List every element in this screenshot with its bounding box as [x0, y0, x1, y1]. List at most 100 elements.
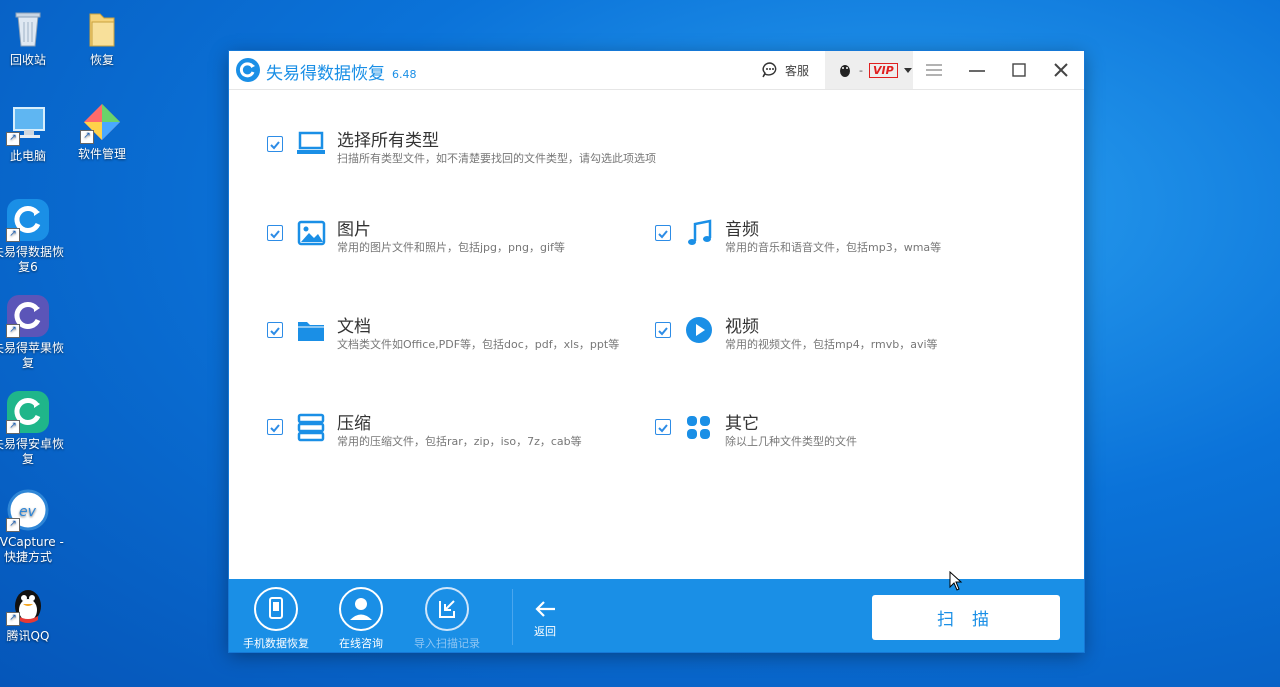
- option-description: 常用的音乐和语音文件，包括mp3，wma等: [725, 241, 942, 254]
- android-recovery-app-icon: ↗: [6, 390, 50, 434]
- checkmark-icon: [658, 230, 668, 239]
- desktop-icon-label: 回收站: [9, 53, 46, 67]
- checkbox-images[interactable]: [267, 225, 283, 241]
- option-description: 除以上几种文件类型的文件: [725, 435, 857, 448]
- option-label: 视频: [725, 317, 759, 337]
- phone-recovery-button[interactable]: 手机数据恢复: [234, 587, 318, 651]
- online-consult-button[interactable]: 在线咨询: [319, 587, 403, 651]
- option-description: 常用的图片文件和照片，包括jpg，png，gif等: [337, 241, 565, 254]
- option-label: 选择所有类型: [337, 131, 439, 151]
- checkbox-all-types[interactable]: [267, 136, 283, 152]
- option-description: 常用的压缩文件，包括rar，zip，iso，7z，cab等: [337, 435, 582, 448]
- option-all-types[interactable]: 选择所有类型 扫描所有类型文件，如不清楚要找回的文件类型，请勾选此项选项: [267, 126, 727, 166]
- svg-text:ev: ev: [19, 504, 37, 520]
- qq-penguin-icon: ↗: [6, 582, 50, 626]
- option-description: 扫描所有类型文件，如不清楚要找回的文件类型，请勾选此项选项: [337, 152, 656, 165]
- desktop-icon-software-manager[interactable]: ↗ 软件管理: [64, 100, 140, 162]
- desktop-icon-label: 软件管理: [77, 147, 126, 161]
- minimize-button[interactable]: [967, 60, 987, 80]
- recycle-bin-icon: [6, 6, 50, 50]
- music-note-icon: [683, 217, 715, 249]
- shortcut-arrow-icon: ↗: [80, 130, 94, 144]
- checkbox-documents[interactable]: [267, 322, 283, 338]
- back-label: 返回: [534, 625, 556, 638]
- desktop-icon-label: EVCapture - 快捷方式: [0, 535, 64, 564]
- option-label: 图片: [337, 220, 371, 240]
- apple-recovery-app-icon: ↗: [6, 294, 50, 338]
- close-button[interactable]: [1051, 60, 1071, 80]
- shortcut-arrow-icon: ↗: [6, 518, 20, 532]
- title-bar[interactable]: 失易得数据恢复 6.48 客服 - VIP: [229, 51, 1084, 90]
- desktop-icon-label: 失易得安卓恢复: [0, 437, 64, 466]
- menu-button[interactable]: [924, 60, 944, 80]
- laptop-icon: [295, 128, 327, 160]
- chat-bubble-icon: [762, 62, 777, 78]
- option-archives[interactable]: 压缩 常用的压缩文件，包括rar，zip，iso，7z，cab等: [267, 409, 637, 449]
- import-scan-record-button[interactable]: 导入扫描记录: [405, 587, 489, 651]
- evcapture-app-icon: ev ↗: [6, 488, 50, 532]
- option-label: 文档: [337, 317, 371, 337]
- checkbox-other[interactable]: [655, 419, 671, 435]
- desktop-icon-label: 失易得数据恢复6: [0, 245, 64, 274]
- desktop-icon-qq[interactable]: ↗ 腾讯QQ: [0, 582, 66, 644]
- online-consult-label: 在线咨询: [339, 637, 383, 650]
- option-video[interactable]: 视频 常用的视频文件，包括mp4，rmvb，avi等: [655, 312, 1015, 352]
- back-arrow-icon: [535, 601, 555, 617]
- option-description: 常用的视频文件，包括mp4，rmvb，avi等: [725, 338, 938, 351]
- option-audio[interactable]: 音频 常用的音乐和语音文件，包括mp3，wma等: [655, 215, 1015, 255]
- maximize-icon: [1012, 63, 1026, 77]
- mouse-cursor-icon: [949, 571, 963, 591]
- shortcut-arrow-icon: ↗: [6, 132, 20, 146]
- close-icon: [1054, 63, 1068, 77]
- user-name-placeholder: -: [859, 63, 863, 77]
- data-recovery-app-icon: ↗: [6, 198, 50, 242]
- shortcut-arrow-icon: ↗: [6, 228, 20, 242]
- desktop-icon-data-recovery[interactable]: ↗ 失易得数据恢复6: [0, 198, 66, 275]
- shortcut-arrow-icon: ↗: [6, 612, 20, 626]
- checkbox-video[interactable]: [655, 322, 671, 338]
- checkbox-audio[interactable]: [655, 225, 671, 241]
- vip-badge[interactable]: VIP: [868, 62, 898, 78]
- phone-recovery-label: 手机数据恢复: [243, 637, 309, 650]
- desktop-icon-restore-folder[interactable]: 恢复: [64, 6, 140, 68]
- checkbox-archives[interactable]: [267, 419, 283, 435]
- option-other[interactable]: 其它 除以上几种文件类型的文件: [655, 409, 1015, 449]
- option-images[interactable]: 图片 常用的图片文件和照片，包括jpg，png，gif等: [267, 215, 627, 255]
- desktop-icon-evcapture[interactable]: ev ↗ EVCapture - 快捷方式: [0, 488, 66, 565]
- archive-stack-icon: [295, 411, 327, 443]
- user-icon: [339, 587, 383, 631]
- desktop-icon-label: 腾讯QQ: [6, 629, 50, 643]
- computer-icon: ↗: [6, 102, 50, 146]
- checkmark-icon: [658, 327, 668, 336]
- shortcut-arrow-icon: ↗: [6, 324, 20, 338]
- customer-service-button[interactable]: 客服: [761, 61, 809, 79]
- account-vip-area[interactable]: - VIP: [825, 51, 913, 89]
- desktop-icon-label: 恢复: [89, 53, 114, 67]
- checkmark-icon: [270, 327, 280, 336]
- app-title: 失易得数据恢复: [266, 64, 385, 84]
- checkmark-icon: [270, 230, 280, 239]
- scan-button[interactable]: 扫描: [872, 595, 1060, 640]
- desktop-icon-recycle-bin[interactable]: 回收站: [0, 6, 66, 68]
- option-documents[interactable]: 文档 文档类文件如Office,PDF等，包括doc，pdf，xls，ppt等: [267, 312, 657, 352]
- hamburger-menu-icon: [926, 64, 942, 76]
- desktop-icon-android-recovery[interactable]: ↗ 失易得安卓恢复: [0, 390, 66, 467]
- desktop-icon-apple-recovery[interactable]: ↗ 失易得苹果恢复: [0, 294, 66, 371]
- desktop-icon-this-pc[interactable]: ↗ 此电脑: [0, 102, 66, 164]
- dropdown-arrow-icon[interactable]: [903, 66, 912, 74]
- phone-icon: [254, 587, 298, 631]
- option-label: 其它: [725, 414, 759, 434]
- service-label: 客服: [785, 63, 810, 78]
- image-icon: [295, 217, 327, 249]
- software-manager-icon: ↗: [80, 100, 124, 144]
- option-label: 压缩: [337, 414, 371, 434]
- checkmark-icon: [658, 424, 668, 433]
- maximize-button[interactable]: [1009, 60, 1029, 80]
- desktop-icon-label: 失易得苹果恢复: [0, 341, 64, 370]
- user-avatar-icon: [840, 65, 850, 77]
- app-version: 6.48: [392, 68, 417, 81]
- back-button[interactable]: 返回: [503, 599, 587, 639]
- four-dots-grid-icon: [683, 411, 715, 443]
- import-scan-record-label: 导入扫描记录: [414, 637, 480, 650]
- folder-icon: [295, 314, 327, 346]
